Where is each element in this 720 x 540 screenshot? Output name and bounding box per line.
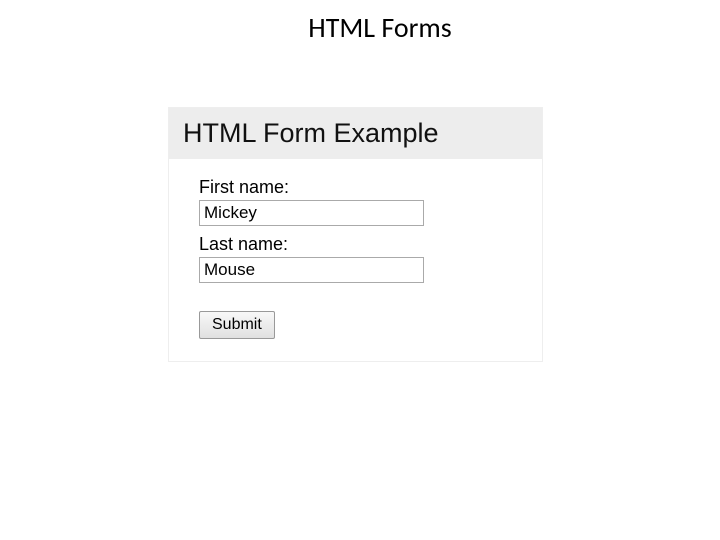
submit-button[interactable]: Submit [199,311,275,339]
form-heading: HTML Form Example [169,108,542,159]
first-name-input[interactable] [199,200,424,226]
last-name-input[interactable] [199,257,424,283]
last-name-label: Last name: [199,234,512,255]
page-title: HTML Forms [0,0,720,45]
form-example-container: HTML Form Example First name: Last name:… [168,107,543,362]
form-body: First name: Last name: Submit [169,159,542,361]
first-name-label: First name: [199,177,512,198]
